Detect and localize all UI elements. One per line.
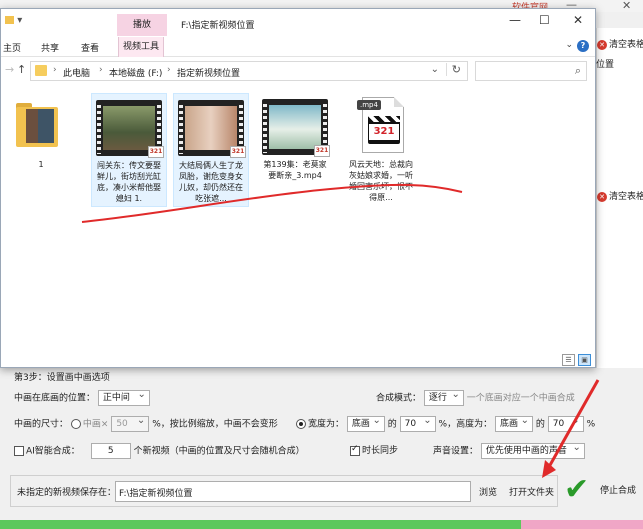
sync-checkbox[interactable] (350, 444, 360, 456)
browse-button[interactable]: 浏览 (479, 485, 497, 498)
forward-icon[interactable]: → (5, 63, 14, 76)
tab-home[interactable]: 主页 (3, 41, 21, 54)
ai-row: AI智能合成： 5 个新视频（中画的位置及尺寸会随机合成） (14, 443, 305, 459)
position-column-header: 位置 (596, 60, 615, 70)
folder-icon (16, 103, 58, 147)
details-view-icon[interactable]: ☰ (562, 354, 575, 366)
breadcrumb-drive[interactable]: 本地磁盘 (F:) (109, 66, 162, 79)
step-label: 第3步：设置画中画选项 (14, 373, 110, 383)
minimize-icon[interactable]: — (509, 13, 521, 27)
file-name: 风云天地：总裁向灰姑娘求婚，一听婚回害乐坏，恨不得原... (349, 160, 413, 202)
folder-icon (5, 16, 14, 24)
file-name: 闯关东：传文要娶鲜儿，街坊刮光缸底，凑小米帮他娶媳妇 1. (97, 161, 161, 203)
folder-photo (38, 109, 54, 143)
folder-icon (35, 65, 47, 76)
stop-compose-button[interactable]: 停止合成 (600, 483, 636, 496)
help-icon[interactable]: ? (577, 40, 589, 52)
width-base-select[interactable]: 底画 (346, 414, 385, 432)
video-frame (185, 106, 237, 150)
tab-play-context[interactable]: 播放 (117, 14, 167, 36)
search-icon: ⌕ (574, 64, 581, 77)
tab-share[interactable]: 共享 (41, 41, 59, 54)
ai-count-input[interactable]: 5 (90, 443, 131, 459)
file-name: 1 (38, 160, 44, 169)
explorer-window: ▾ 播放 F:\指定新视频位置 — ☐ ✕ 文件 共享 查看 视频工具 ⌄ ? … (0, 8, 596, 368)
maximize-icon[interactable]: ☐ (539, 13, 550, 27)
file-name: 第139集：老莫家要断亲_3.mp4 (263, 160, 327, 180)
compose-mode-row: 合成模式： 逐行 一个底画对应一个中画合成 (376, 388, 575, 406)
clear-table-button-2[interactable]: ✕ 清空表格 (597, 189, 643, 202)
pip-size-row: 中画的尺寸： 中画× 50 %，按比例缩放，中画不会变形 (14, 414, 278, 432)
sound-row: 声音设置： 优先使用中画的声音 (433, 441, 585, 459)
window-title: F:\指定新视频位置 (181, 21, 255, 31)
player-badge: 321 (230, 146, 246, 158)
player-badge: 321 (148, 146, 164, 158)
large-icons-view-icon[interactable]: ▣ (578, 354, 591, 366)
status-bar: ☰ ▣ (1, 353, 595, 367)
quick-access-toolbar[interactable]: ▾ (5, 15, 22, 26)
document-icon: .mp4 321 (357, 97, 404, 153)
save-label: 未指定的新视频保存在： (17, 488, 117, 498)
clapperboard-icon: 321 (368, 116, 400, 144)
file-item-video-2[interactable]: 321 大结局俩人生了龙凤胎，谢危变身女儿奴，却仍然还在吃张遮... (173, 93, 249, 207)
pip-scale-radio[interactable] (70, 419, 81, 429)
pip-scale-select[interactable]: 50 (111, 414, 150, 432)
height-value-select[interactable]: 70 (547, 414, 584, 432)
progress-bar (0, 520, 643, 529)
clear-icon: ✕ (597, 192, 607, 202)
width-radio[interactable] (296, 419, 306, 429)
video-thumbnail: 321 (176, 98, 246, 158)
progress-remaining (520, 520, 643, 529)
player-badge: 321 (314, 145, 330, 157)
file-item-video-3[interactable]: 321 第139集：老莫家要断亲_3.mp4 (257, 93, 333, 183)
height-base-select[interactable]: 底画 (494, 414, 533, 432)
ribbon-tabs: 文件 共享 查看 视频工具 ⌄ ? 主页 (1, 37, 595, 57)
tab-video-tools[interactable]: 视频工具 (118, 37, 165, 57)
save-location-box: 未指定的新视频保存在： F:\指定新视频位置 浏览 打开文件夹 (10, 475, 558, 507)
file-name: 大结局俩人生了龙凤胎，谢危变身女儿奴，却仍然还在吃张遮... (179, 161, 243, 203)
mp4-tag: .mp4 (357, 100, 381, 110)
start-check-icon[interactable]: ✔ (564, 475, 589, 505)
folder-thumbnail (6, 97, 76, 157)
app-close-button[interactable]: ✕ (622, 0, 631, 12)
ribbon-expand-icon[interactable]: ⌄ (565, 40, 573, 50)
address-dropdown-icon[interactable]: ⌄ (431, 64, 439, 75)
tab-view[interactable]: 查看 (81, 41, 99, 54)
up-icon[interactable]: ↑ (17, 63, 26, 76)
pip-position-row: 中画在底画的位置： 正中间 (14, 388, 150, 406)
file-item-video-1[interactable]: 321 闯关东：传文要娶鲜儿，街坊刮光缸底，凑小米帮他娶媳妇 1. (91, 93, 167, 207)
breadcrumb-this-pc[interactable]: 此电脑 (63, 66, 90, 79)
search-input[interactable]: ⌕ (475, 61, 587, 81)
breadcrumb-folder[interactable]: 指定新视频位置 (177, 66, 240, 79)
clear-table-button-1[interactable]: ✕ 清空表格 (597, 37, 643, 50)
chevron-right-icon: › (167, 65, 171, 75)
sync-row: 时长同步 (350, 443, 398, 456)
pip-position-select[interactable]: 正中间 (97, 388, 150, 406)
width-value-select[interactable]: 70 (399, 414, 436, 432)
chevron-right-icon: › (99, 65, 103, 75)
sound-select[interactable]: 优先使用中画的声音 (480, 441, 585, 459)
compose-mode-select[interactable]: 逐行 (423, 388, 464, 406)
file-list: 1 321 闯关东：传文要娶鲜儿，街坊刮光缸底，凑小米帮他娶媳妇 1. 321 … (1, 85, 595, 353)
save-path-input[interactable]: F:\指定新视频位置 (115, 481, 471, 502)
file-item-mp4[interactable]: .mp4 321 风云天地：总裁向灰姑娘求婚，一听婚回害乐坏，恨不得原... (343, 93, 419, 205)
clear-icon: ✕ (597, 40, 607, 50)
video-thumbnail: 321 (94, 98, 164, 158)
title-bar: ▾ 播放 F:\指定新视频位置 — ☐ ✕ (1, 9, 595, 37)
video-frame (103, 106, 155, 150)
close-icon[interactable]: ✕ (573, 13, 583, 27)
file-item-folder[interactable]: 1 (5, 93, 77, 172)
open-folder-button[interactable]: 打开文件夹 (509, 485, 554, 498)
video-thumbnail: 321 (260, 97, 330, 157)
address-row: → ↑ › 此电脑 › 本地磁盘 (F:) › 指定新视频位置 ⌄ ↻ ⌕ (1, 59, 595, 83)
chevron-right-icon: › (53, 65, 57, 75)
ai-checkbox[interactable] (14, 446, 24, 456)
refresh-icon[interactable]: ↻ (445, 63, 461, 76)
video-frame (269, 105, 321, 149)
pip-size-custom-row: 宽度为： 底画 的 70 %，高度为： 底画 的 70 % (296, 414, 595, 432)
address-bar[interactable]: › 此电脑 › 本地磁盘 (F:) › 指定新视频位置 ⌄ ↻ (30, 61, 468, 81)
mp4-thumbnail: .mp4 321 (346, 97, 416, 157)
